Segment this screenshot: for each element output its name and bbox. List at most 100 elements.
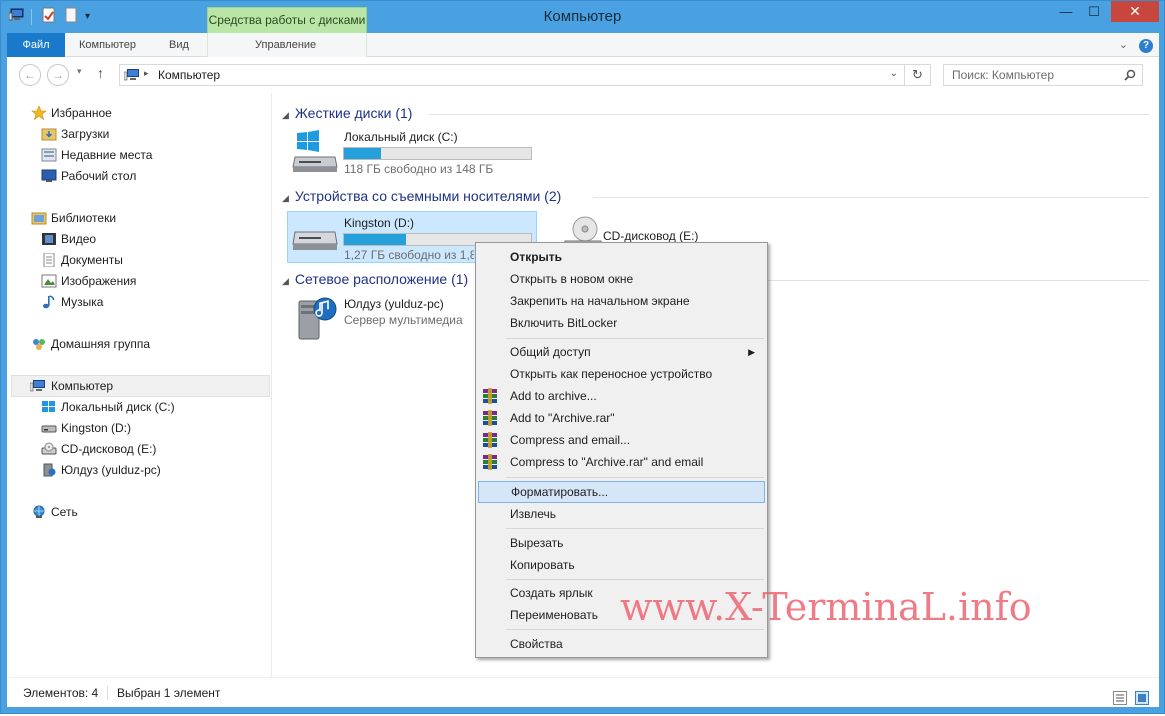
recent-places-icon bbox=[41, 148, 57, 162]
computer-icon bbox=[123, 68, 140, 85]
menu-item-compress-email[interactable]: Compress and email... bbox=[478, 429, 765, 451]
search-placeholder: Поиск: Компьютер bbox=[952, 68, 1055, 82]
maximize-button[interactable]: ☐ bbox=[1080, 1, 1108, 22]
homegroup-icon bbox=[31, 337, 47, 351]
ribbon-tabs: Файл Компьютер Вид Управление ⌄ ? bbox=[7, 33, 1159, 57]
details-view-icon[interactable] bbox=[1113, 686, 1127, 716]
tab-view[interactable]: Вид bbox=[157, 33, 201, 57]
drive-c-name: Локальный диск (C:) bbox=[344, 130, 458, 144]
disk-tools-context-group: Средства работы с дисками bbox=[207, 7, 367, 33]
removable-drive-icon bbox=[41, 421, 57, 435]
music-note-icon bbox=[41, 295, 57, 309]
menu-item-share-label: Общий доступ bbox=[510, 345, 591, 359]
winrar-icon bbox=[482, 388, 498, 404]
menu-item-format[interactable]: Форматировать... bbox=[478, 481, 765, 503]
search-icon[interactable] bbox=[1124, 65, 1136, 87]
group-divider bbox=[593, 197, 1149, 198]
submenu-arrow-icon: ▶ bbox=[748, 347, 755, 357]
close-button[interactable]: ✕ bbox=[1111, 1, 1159, 22]
status-item-count: Элементов: 4 bbox=[23, 686, 99, 700]
pane-splitter[interactable] bbox=[271, 93, 272, 677]
minimize-button[interactable]: — bbox=[1052, 1, 1080, 22]
menu-separator bbox=[506, 338, 764, 339]
ribbon-controls: ⌄ ? bbox=[1119, 38, 1153, 53]
desktop-icon bbox=[41, 169, 57, 183]
help-icon[interactable]: ? bbox=[1139, 39, 1153, 53]
navigation-pane: Избранное Загрузки Недавние места Рабочи… bbox=[7, 93, 271, 677]
cd-drive-icon bbox=[41, 442, 57, 456]
menu-separator bbox=[506, 629, 764, 630]
menu-item-pin-to-start[interactable]: Закрепить на начальном экране bbox=[478, 290, 765, 312]
windows-drive-icon bbox=[291, 129, 339, 176]
drive-d-free-space: 1,27 ГБ свободно из 1,89 ГБ bbox=[344, 248, 474, 262]
tab-computer[interactable]: Компьютер bbox=[67, 33, 148, 57]
menu-item-eject[interactable]: Извлечь bbox=[478, 503, 765, 525]
removable-drive-icon bbox=[291, 222, 339, 259]
menu-separator bbox=[506, 579, 764, 580]
recent-locations-icon[interactable]: ▾ bbox=[77, 66, 82, 77]
network-icon bbox=[31, 505, 47, 519]
video-icon bbox=[41, 232, 57, 246]
menu-item-share[interactable]: Общий доступ ▶ bbox=[478, 341, 765, 363]
large-icons-view-icon[interactable] bbox=[1135, 686, 1149, 716]
pictures-icon bbox=[41, 274, 57, 288]
tab-manage[interactable]: Управление bbox=[243, 33, 328, 57]
address-row: ← → ▾ ↑ ▸ Компьютер ⌄ ↻ Поиск: Компьютер bbox=[7, 57, 1159, 93]
downloads-folder-icon bbox=[41, 127, 57, 141]
forward-button[interactable]: → bbox=[47, 64, 69, 86]
menu-item-cut[interactable]: Вырезать bbox=[478, 532, 765, 554]
collapse-icon[interactable]: ◢ bbox=[282, 110, 289, 120]
drive-c-usage-fill bbox=[344, 148, 382, 159]
menu-item-properties[interactable]: Свойства bbox=[478, 633, 765, 655]
menu-item-copy[interactable]: Копировать bbox=[478, 554, 765, 576]
refresh-button[interactable]: ↻ bbox=[905, 64, 931, 86]
status-bar: Элементов: 4 Выбран 1 элемент bbox=[7, 677, 1159, 707]
breadcrumb-chevron-icon[interactable]: ▸ bbox=[144, 68, 149, 79]
menu-item-add-archive[interactable]: Add to archive... bbox=[478, 385, 765, 407]
drive-c-tile[interactable]: Локальный диск (C:) 118 ГБ свободно из 1… bbox=[287, 125, 537, 177]
media-server-tile[interactable]: Юлдуз (yulduz-pc) Сервер мультимедиа bbox=[287, 293, 507, 345]
back-button[interactable]: ← bbox=[19, 64, 41, 86]
drive-d-name: Kingston (D:) bbox=[344, 216, 415, 230]
collapse-icon[interactable]: ◢ bbox=[282, 193, 289, 203]
winrar-icon bbox=[482, 432, 498, 448]
media-server-icon bbox=[41, 463, 57, 477]
star-icon bbox=[31, 105, 47, 121]
group-network-locations[interactable]: ◢ Сетевое расположение (1) bbox=[282, 269, 468, 289]
menu-item-add-archive-rar[interactable]: Add to "Archive.rar" bbox=[478, 407, 765, 429]
title-bar: ▾ Компьютер — ☐ ✕ Средства работы с диск… bbox=[1, 1, 1164, 33]
menu-item-open[interactable]: Открыть bbox=[478, 246, 765, 268]
up-button[interactable]: ↑ bbox=[97, 65, 104, 81]
sidebar-item-computer[interactable]: Компьютер bbox=[11, 375, 270, 397]
group-removable-devices[interactable]: ◢ Устройства со съемными носителями (2) bbox=[282, 186, 561, 206]
libraries-icon bbox=[31, 211, 47, 225]
windows-drive-icon bbox=[41, 400, 57, 414]
search-input[interactable]: Поиск: Компьютер bbox=[943, 64, 1143, 86]
menu-item-open-new-window[interactable]: Открыть в новом окне bbox=[478, 268, 765, 290]
menu-item-bitlocker[interactable]: Включить BitLocker bbox=[478, 312, 765, 334]
drive-c-free-space: 118 ГБ свободно из 148 ГБ bbox=[344, 162, 494, 176]
group-hard-drives[interactable]: ◢ Жесткие диски (1) bbox=[282, 103, 412, 123]
window-title: Компьютер bbox=[543, 8, 622, 25]
media-server-icon bbox=[295, 295, 339, 346]
menu-item-open-portable[interactable]: Открыть как переносное устройство bbox=[478, 363, 765, 385]
watermark: www.X-TerminaL.info bbox=[620, 585, 1032, 629]
menu-item-compress-rar-email[interactable]: Compress to "Archive.rar" and email bbox=[478, 451, 765, 473]
collapse-icon[interactable]: ◢ bbox=[282, 276, 289, 286]
drive-d-usage-fill bbox=[344, 234, 406, 245]
status-selection: Выбран 1 элемент bbox=[117, 686, 221, 700]
address-dropdown-icon[interactable]: ⌄ bbox=[890, 68, 898, 79]
menu-separator bbox=[506, 477, 764, 478]
drive-e-name: CD-дисковод (E:) bbox=[603, 229, 699, 243]
address-bar[interactable]: ▸ Компьютер ⌄ bbox=[119, 64, 905, 86]
tab-file[interactable]: Файл bbox=[7, 33, 65, 57]
computer-icon bbox=[29, 379, 46, 393]
expand-ribbon-icon[interactable]: ⌄ bbox=[1119, 39, 1128, 51]
group-divider bbox=[429, 114, 1149, 115]
status-divider bbox=[107, 686, 108, 700]
drive-c-usage-bar bbox=[343, 147, 532, 160]
media-server-name: Юлдуз (yulduz-pc) bbox=[344, 297, 444, 311]
address-path[interactable]: Компьютер bbox=[158, 68, 220, 82]
media-server-type: Сервер мультимедиа bbox=[344, 313, 463, 327]
winrar-icon bbox=[482, 410, 498, 426]
